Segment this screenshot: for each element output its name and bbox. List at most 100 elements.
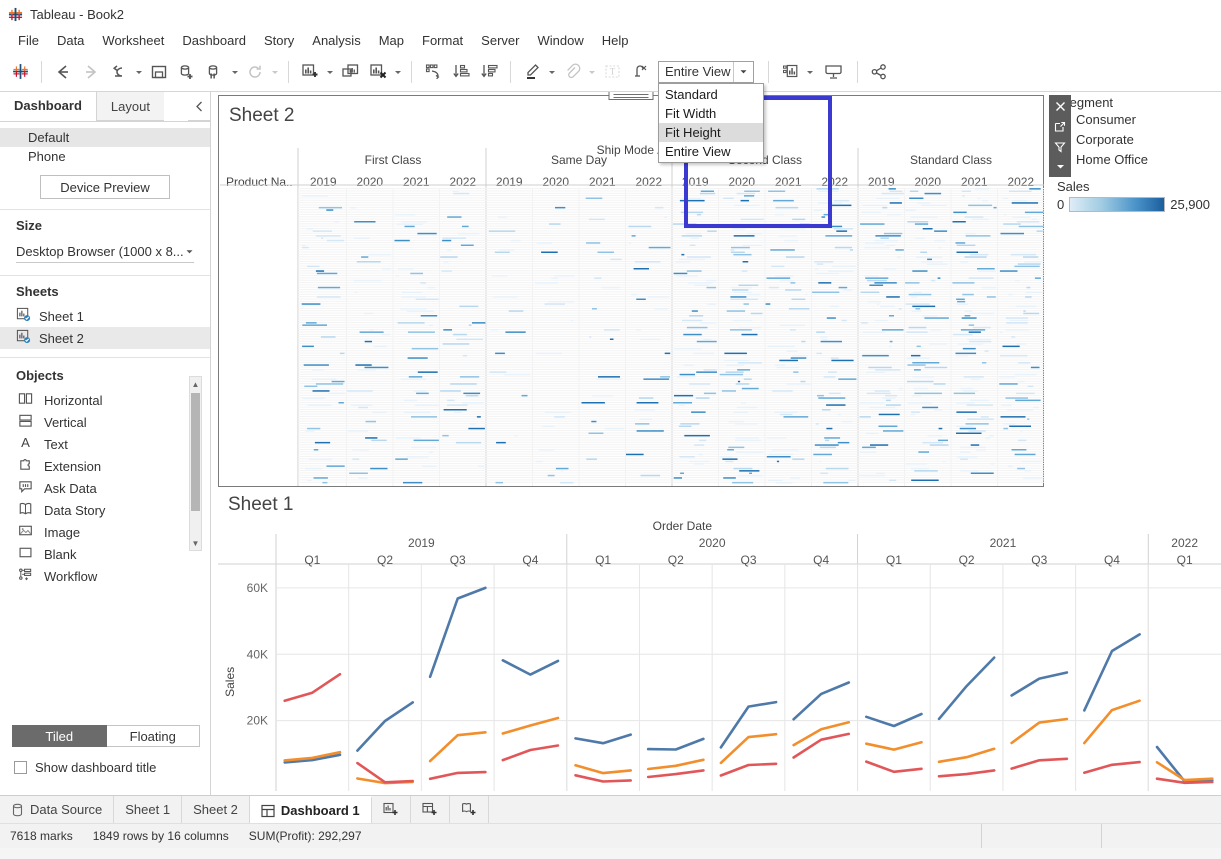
- device-default[interactable]: Default: [0, 128, 210, 147]
- group-dropdown-icon[interactable]: [586, 58, 598, 86]
- tab-dashboard[interactable]: Dashboard: [0, 92, 96, 121]
- fit-dropdown-menu[interactable]: Standard Fit Width Fit Height Entire Vie…: [658, 83, 764, 163]
- show-hide-cards-icon[interactable]: [776, 58, 804, 86]
- sheet-item-sheet-1[interactable]: Sheet 1: [0, 305, 210, 327]
- fit-dropdown[interactable]: Entire View Standard Fit Width Fit Heigh…: [658, 61, 754, 83]
- tab-sheet-2[interactable]: Sheet 2: [182, 796, 250, 823]
- fit-option-standard[interactable]: Standard: [659, 85, 763, 104]
- sheet2-heatmap[interactable]: Ship Mode / Order DateProduct Na..First …: [220, 142, 1042, 485]
- pause-auto-updates-icon[interactable]: [201, 58, 229, 86]
- highlight-dropdown-icon[interactable]: [546, 58, 558, 86]
- show-title-checkbox[interactable]: [14, 761, 27, 774]
- tab-sheet-1[interactable]: Sheet 1: [114, 796, 182, 823]
- scroll-down-icon[interactable]: ▼: [190, 536, 201, 550]
- device-phone[interactable]: Phone: [0, 147, 210, 166]
- cards-dropdown-icon[interactable]: [804, 58, 816, 86]
- sheet1-line-chart[interactable]: Order Date2019202020212022Q1Q2Q3Q4Q1Q2Q3…: [218, 516, 1221, 791]
- menu-window[interactable]: Window: [528, 31, 592, 50]
- clear-sheet-dropdown-icon[interactable]: [392, 58, 404, 86]
- tab-layout[interactable]: Layout: [96, 92, 164, 121]
- show-dashboard-title-row[interactable]: Show dashboard title: [0, 752, 156, 775]
- sheet-item-sheet-2[interactable]: Sheet 2: [0, 327, 210, 349]
- fit-combo-box[interactable]: Entire View: [658, 61, 754, 83]
- menu-format[interactable]: Format: [413, 31, 472, 50]
- sheet2-container[interactable]: Sheet 2 Ship Mode / Order DateProduct Na…: [218, 95, 1044, 487]
- menu-map[interactable]: Map: [370, 31, 413, 50]
- menu-file[interactable]: File: [9, 31, 48, 50]
- tab-dashboard-1[interactable]: Dashboard 1: [250, 796, 372, 823]
- segment-item-corporate[interactable]: Corporate: [1049, 130, 1221, 150]
- new-story-tab-icon[interactable]: [450, 796, 489, 823]
- new-worksheet-dropdown-icon[interactable]: [324, 58, 336, 86]
- chevron-down-icon[interactable]: [733, 62, 753, 82]
- new-worksheet-icon[interactable]: [296, 58, 324, 86]
- sort-ascending-icon[interactable]: [447, 58, 475, 86]
- new-worksheet-tab-icon[interactable]: [372, 796, 411, 823]
- legend-card-toolbar[interactable]: [1049, 95, 1071, 177]
- object-data-story[interactable]: Data Story: [0, 499, 210, 521]
- sheet2-drag-handle[interactable]: [609, 92, 654, 100]
- tableau-home-icon[interactable]: [6, 58, 34, 86]
- refresh-icon[interactable]: [241, 58, 269, 86]
- menu-story[interactable]: Story: [255, 31, 303, 50]
- object-extension[interactable]: Extension: [0, 455, 210, 477]
- floating-button[interactable]: Floating: [107, 725, 201, 747]
- object-ask-data[interactable]: Ask Data: [0, 477, 210, 499]
- clear-sheet-icon[interactable]: [364, 58, 392, 86]
- size-select[interactable]: Desktop Browser (1000 x 8...: [16, 241, 194, 263]
- fit-option-fit-height[interactable]: Fit Height: [659, 123, 763, 142]
- scroll-up-icon[interactable]: ▲: [190, 377, 201, 391]
- object-vertical[interactable]: Vertical: [0, 411, 210, 433]
- show-mark-labels-icon[interactable]: T: [598, 58, 626, 86]
- new-dashboard-tab-icon[interactable]: [411, 796, 450, 823]
- swap-rows-columns-icon[interactable]: [419, 58, 447, 86]
- menu-data[interactable]: Data: [48, 31, 93, 50]
- highlight-icon[interactable]: [518, 58, 546, 86]
- object-blank[interactable]: Blank: [0, 543, 210, 565]
- sheet1-container[interactable]: Sheet 1 Order Date2019202020212022Q1Q2Q3…: [218, 494, 1221, 795]
- popout-icon[interactable]: [1050, 117, 1070, 136]
- group-members-icon[interactable]: [558, 58, 586, 86]
- share-icon[interactable]: [865, 58, 893, 86]
- filter-icon[interactable]: [1050, 137, 1070, 156]
- new-data-source-icon[interactable]: [173, 58, 201, 86]
- save-icon[interactable]: [145, 58, 173, 86]
- segment-item-consumer[interactable]: Consumer: [1049, 110, 1221, 130]
- undo-icon[interactable]: [105, 58, 133, 86]
- scrollbar-thumb[interactable]: [191, 393, 200, 511]
- fix-axes-icon[interactable]: [626, 58, 654, 86]
- forward-icon[interactable]: [77, 58, 105, 86]
- menu-server[interactable]: Server: [472, 31, 528, 50]
- menu-analysis[interactable]: Analysis: [303, 31, 369, 50]
- back-icon[interactable]: [49, 58, 77, 86]
- tiled-button[interactable]: Tiled: [12, 725, 107, 747]
- objects-scrollbar[interactable]: ▲ ▼: [189, 376, 202, 551]
- heatmap-canvas[interactable]: Ship Mode / Order DateProduct Na..First …: [220, 142, 1044, 486]
- duplicate-sheet-icon[interactable]: [336, 58, 364, 86]
- object-image[interactable]: Image: [0, 521, 210, 543]
- menu-worksheet[interactable]: Worksheet: [93, 31, 173, 50]
- more-options-icon[interactable]: [1050, 157, 1070, 176]
- segment-item-home-office[interactable]: Home Office: [1049, 150, 1221, 170]
- fit-option-entire-view[interactable]: Entire View: [659, 142, 763, 161]
- undo-dropdown-icon[interactable]: [133, 58, 145, 86]
- tab-data-source[interactable]: Data Source: [0, 796, 114, 823]
- device-preview-button[interactable]: Device Preview: [40, 175, 170, 199]
- chevron-down-icon[interactable]: [185, 244, 194, 259]
- close-icon[interactable]: [1050, 97, 1070, 116]
- object-label: Vertical: [44, 415, 87, 430]
- refresh-dropdown-icon[interactable]: [269, 58, 281, 86]
- object-text[interactable]: A Text: [0, 433, 210, 455]
- fit-option-fit-width[interactable]: Fit Width: [659, 104, 763, 123]
- object-workflow[interactable]: Workflow: [0, 565, 210, 587]
- object-horizontal[interactable]: Horizontal: [0, 389, 210, 411]
- main-toolbar: T Entire View Standard Fit Width Fit Hei…: [0, 52, 1221, 92]
- presentation-mode-icon[interactable]: [816, 58, 850, 86]
- menu-dashboard[interactable]: Dashboard: [173, 31, 255, 50]
- menu-bar: File Data Worksheet Dashboard Story Anal…: [0, 28, 1221, 52]
- sales-color-ramp-row[interactable]: 0 25,900: [1049, 194, 1221, 212]
- sort-descending-icon[interactable]: [475, 58, 503, 86]
- pause-dropdown-icon[interactable]: [229, 58, 241, 86]
- menu-help[interactable]: Help: [593, 31, 638, 50]
- chevron-left-icon[interactable]: [188, 92, 210, 121]
